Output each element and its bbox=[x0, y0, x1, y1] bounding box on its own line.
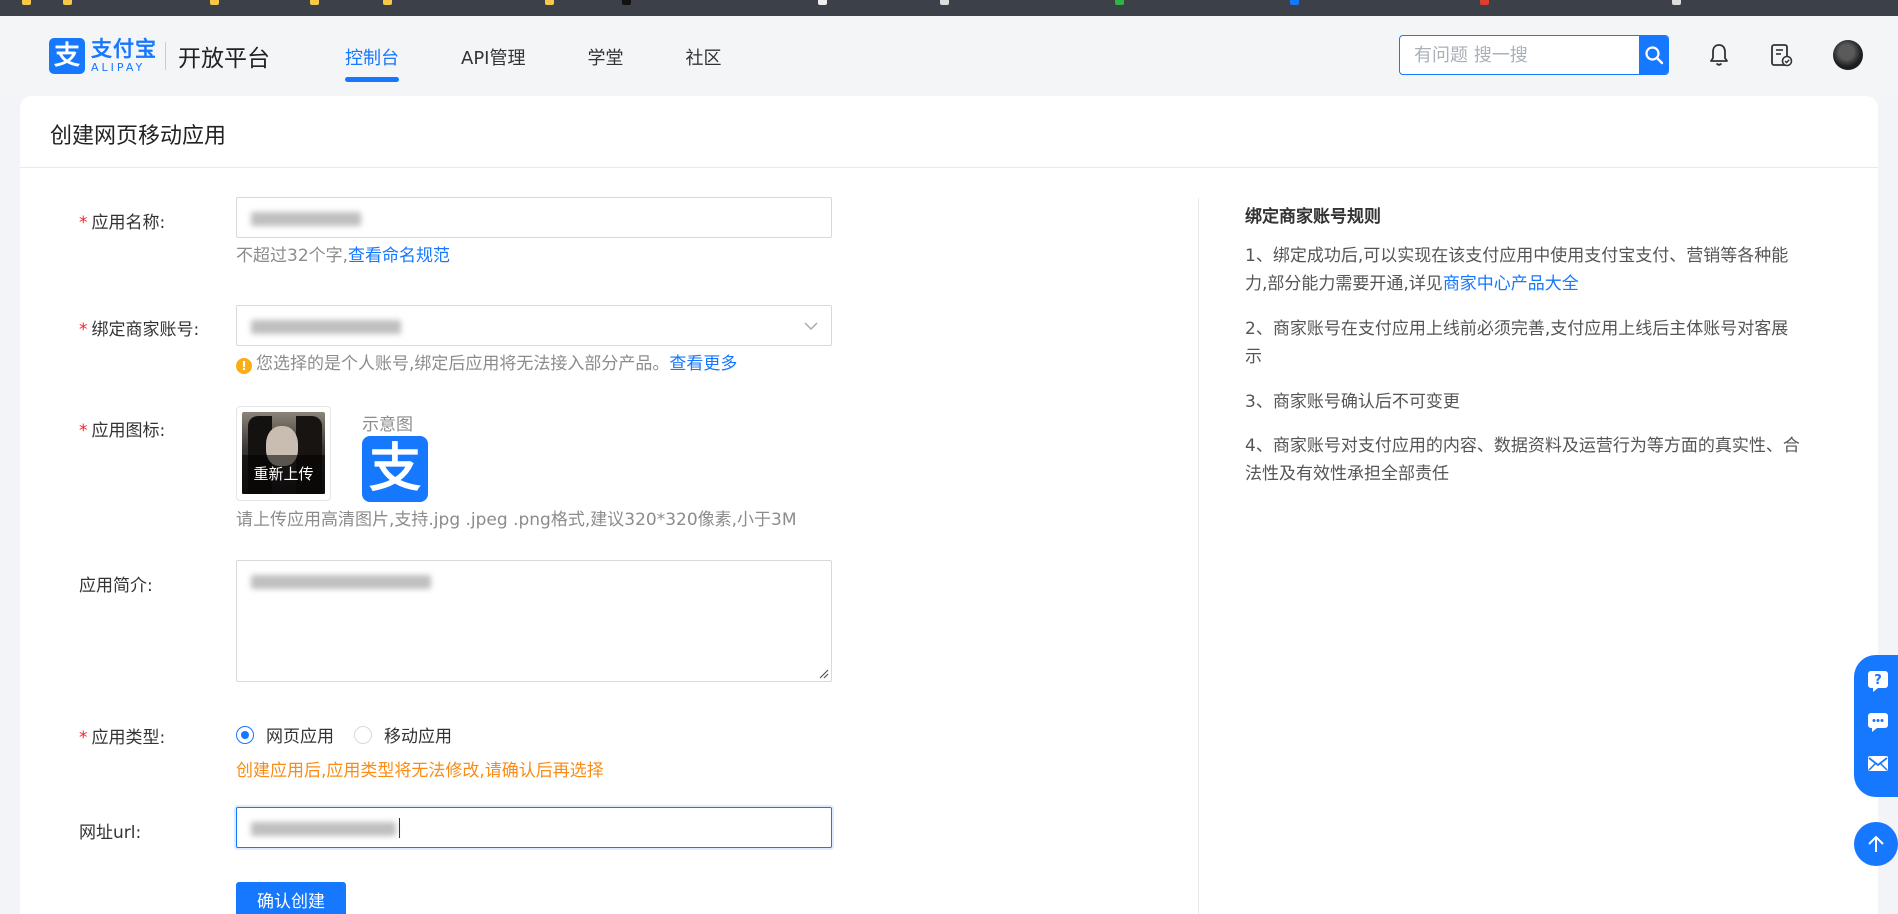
bookmark-icon[interactable] bbox=[22, 0, 31, 5]
app-name-input[interactable] bbox=[236, 197, 832, 238]
browser-bookmarks-bar bbox=[0, 0, 1898, 16]
icon-upload-box[interactable]: 重新上传 bbox=[236, 406, 331, 501]
bookmark-icon[interactable] bbox=[63, 0, 72, 5]
search-box bbox=[1399, 35, 1669, 75]
radio-mobile-app-label: 移动应用 bbox=[384, 727, 452, 747]
main-nav: 控制台 API管理 学堂 社区 bbox=[345, 44, 783, 84]
app-name-help: 不超过32个字,查看命名规范 bbox=[236, 241, 450, 266]
nav-api-management[interactable]: API管理 bbox=[461, 44, 525, 84]
radio-web-app-label: 网页应用 bbox=[266, 727, 334, 747]
column-divider bbox=[1198, 198, 1199, 914]
nav-academy[interactable]: 学堂 bbox=[587, 44, 623, 84]
app-name-help-text: 不超过32个字, bbox=[236, 246, 349, 266]
radio-mobile-app[interactable]: 移动应用 bbox=[354, 722, 452, 747]
merchant-account-label-text: 绑定商家账号: bbox=[91, 320, 200, 340]
warning-icon: ! bbox=[236, 358, 252, 374]
chat-icon[interactable] bbox=[1866, 710, 1890, 734]
user-avatar[interactable] bbox=[1833, 40, 1863, 70]
bookmark-icon[interactable] bbox=[1115, 0, 1124, 5]
rule-item-4: 4、商家账号对支付应用的内容、数据资料及运营行为等方面的真实性、合法性及有效性承… bbox=[1245, 436, 1800, 484]
naming-rules-link[interactable]: 查看命名规范 bbox=[348, 246, 450, 266]
svg-text:?: ? bbox=[1874, 673, 1882, 688]
arrow-up-icon bbox=[1868, 835, 1884, 852]
help-question-icon[interactable]: ? bbox=[1866, 669, 1890, 693]
rule-item-1: 1、绑定成功后,可以实现在该支付应用中使用支付宝支付、营销等各种能力,部分能力需… bbox=[1245, 242, 1805, 298]
app-icon-help: 请上传应用高清图片,支持.jpg .jpeg .png格式,建议320*320像… bbox=[236, 510, 797, 530]
bookmark-icon[interactable] bbox=[310, 0, 319, 5]
bookmark-icon[interactable] bbox=[383, 0, 392, 5]
rules-title: 绑定商家账号规则 bbox=[1245, 207, 1381, 227]
app-name-label-text: 应用名称: bbox=[91, 213, 166, 233]
merchant-account-warning: ! 您选择的是个人账号,绑定后应用将无法接入部分产品。查看更多 bbox=[236, 349, 737, 374]
sample-alipay-icon: 支 bbox=[362, 436, 428, 502]
document-check-icon[interactable] bbox=[1768, 42, 1794, 68]
back-to-top-button[interactable] bbox=[1854, 822, 1898, 866]
bookmark-icon[interactable] bbox=[1672, 0, 1681, 5]
redacted-value bbox=[251, 822, 396, 836]
sample-image-label: 示意图 bbox=[362, 415, 413, 435]
logo-name-cn: 支付宝 bbox=[91, 37, 157, 61]
bell-icon[interactable] bbox=[1706, 42, 1732, 68]
merchant-account-select[interactable] bbox=[236, 305, 832, 346]
logo-name-en: ALIPAY bbox=[91, 61, 146, 74]
required-mark: * bbox=[79, 421, 88, 441]
rule-item-3: 3、商家账号确认后不可变更 bbox=[1245, 392, 1460, 412]
text-cursor bbox=[399, 818, 400, 838]
floating-help-panel: ? bbox=[1854, 655, 1898, 797]
app-type-label: * 应用类型: bbox=[79, 723, 165, 748]
reupload-button[interactable]: 重新上传 bbox=[242, 455, 325, 494]
rule-item-2: 2、商家账号在支付应用上线前必须完善,支付应用上线后主体账号对客展示 bbox=[1245, 319, 1789, 367]
app-intro-textarea[interactable] bbox=[236, 560, 832, 682]
merchant-products-link[interactable]: 商家中心产品大全 bbox=[1443, 274, 1579, 294]
bookmark-icon[interactable] bbox=[210, 0, 219, 5]
radio-button-checked[interactable] bbox=[236, 725, 254, 744]
app-icon-label: * 应用图标: bbox=[79, 416, 165, 441]
main-card: 创建网页移动应用 * 应用名称: 不超过32个字,查看命名规范 * 绑定商家账号: … bbox=[20, 96, 1878, 914]
merchant-account-label: * 绑定商家账号: bbox=[79, 315, 199, 340]
search-button[interactable] bbox=[1639, 36, 1668, 74]
logo-text: 支付宝 ALIPAY bbox=[91, 37, 157, 74]
radio-web-app[interactable]: 网页应用 bbox=[236, 722, 334, 747]
app-intro-label: 应用简介: bbox=[79, 576, 153, 596]
bookmark-icon[interactable] bbox=[818, 0, 827, 5]
confirm-create-button[interactable]: 确认创建 bbox=[236, 882, 346, 914]
search-input[interactable] bbox=[1400, 36, 1639, 74]
url-input[interactable] bbox=[236, 807, 832, 848]
feedback-mail-icon[interactable] bbox=[1866, 751, 1890, 775]
app-name-label: * 应用名称: bbox=[79, 208, 165, 233]
redacted-value bbox=[251, 575, 431, 589]
nav-community[interactable]: 社区 bbox=[685, 44, 721, 84]
required-mark: * bbox=[79, 320, 88, 340]
redacted-value bbox=[251, 212, 361, 226]
bookmark-icon[interactable] bbox=[1480, 0, 1489, 5]
nav-console[interactable]: 控制台 bbox=[345, 44, 399, 84]
app-type-note: 创建应用后,应用类型将无法修改,请确认后再选择 bbox=[236, 761, 604, 781]
top-header: 支 支付宝 ALIPAY 开放平台 控制台 API管理 学堂 社区 bbox=[0, 16, 1898, 96]
bookmark-icon[interactable] bbox=[545, 0, 554, 5]
app-icon-label-text: 应用图标: bbox=[91, 421, 166, 441]
page-title: 创建网页移动应用 bbox=[50, 124, 227, 149]
bookmark-icon[interactable] bbox=[1290, 0, 1299, 5]
required-mark: * bbox=[79, 213, 88, 233]
resize-handle-icon[interactable] bbox=[817, 667, 829, 679]
chevron-down-icon bbox=[804, 322, 818, 331]
url-label: 网址url: bbox=[79, 823, 142, 843]
search-icon bbox=[1644, 46, 1663, 65]
required-mark: * bbox=[79, 728, 88, 748]
view-more-link[interactable]: 查看更多 bbox=[669, 354, 737, 374]
alipay-logo[interactable]: 支 支付宝 ALIPAY 开放平台 bbox=[49, 38, 270, 74]
title-divider bbox=[20, 167, 1878, 168]
merchant-account-warning-text: 您选择的是个人账号,绑定后应用将无法接入部分产品。 bbox=[256, 354, 670, 374]
app-type-radio-group: 网页应用 移动应用 bbox=[236, 722, 472, 747]
app-type-label-text: 应用类型: bbox=[91, 728, 166, 748]
radio-button[interactable] bbox=[354, 725, 372, 744]
alipay-logo-icon: 支 bbox=[49, 38, 85, 74]
logo-divider bbox=[165, 42, 166, 70]
redacted-value bbox=[251, 320, 401, 334]
bookmark-icon[interactable] bbox=[622, 0, 631, 5]
platform-name: 开放平台 bbox=[178, 46, 270, 72]
bookmark-icon[interactable] bbox=[940, 0, 949, 5]
